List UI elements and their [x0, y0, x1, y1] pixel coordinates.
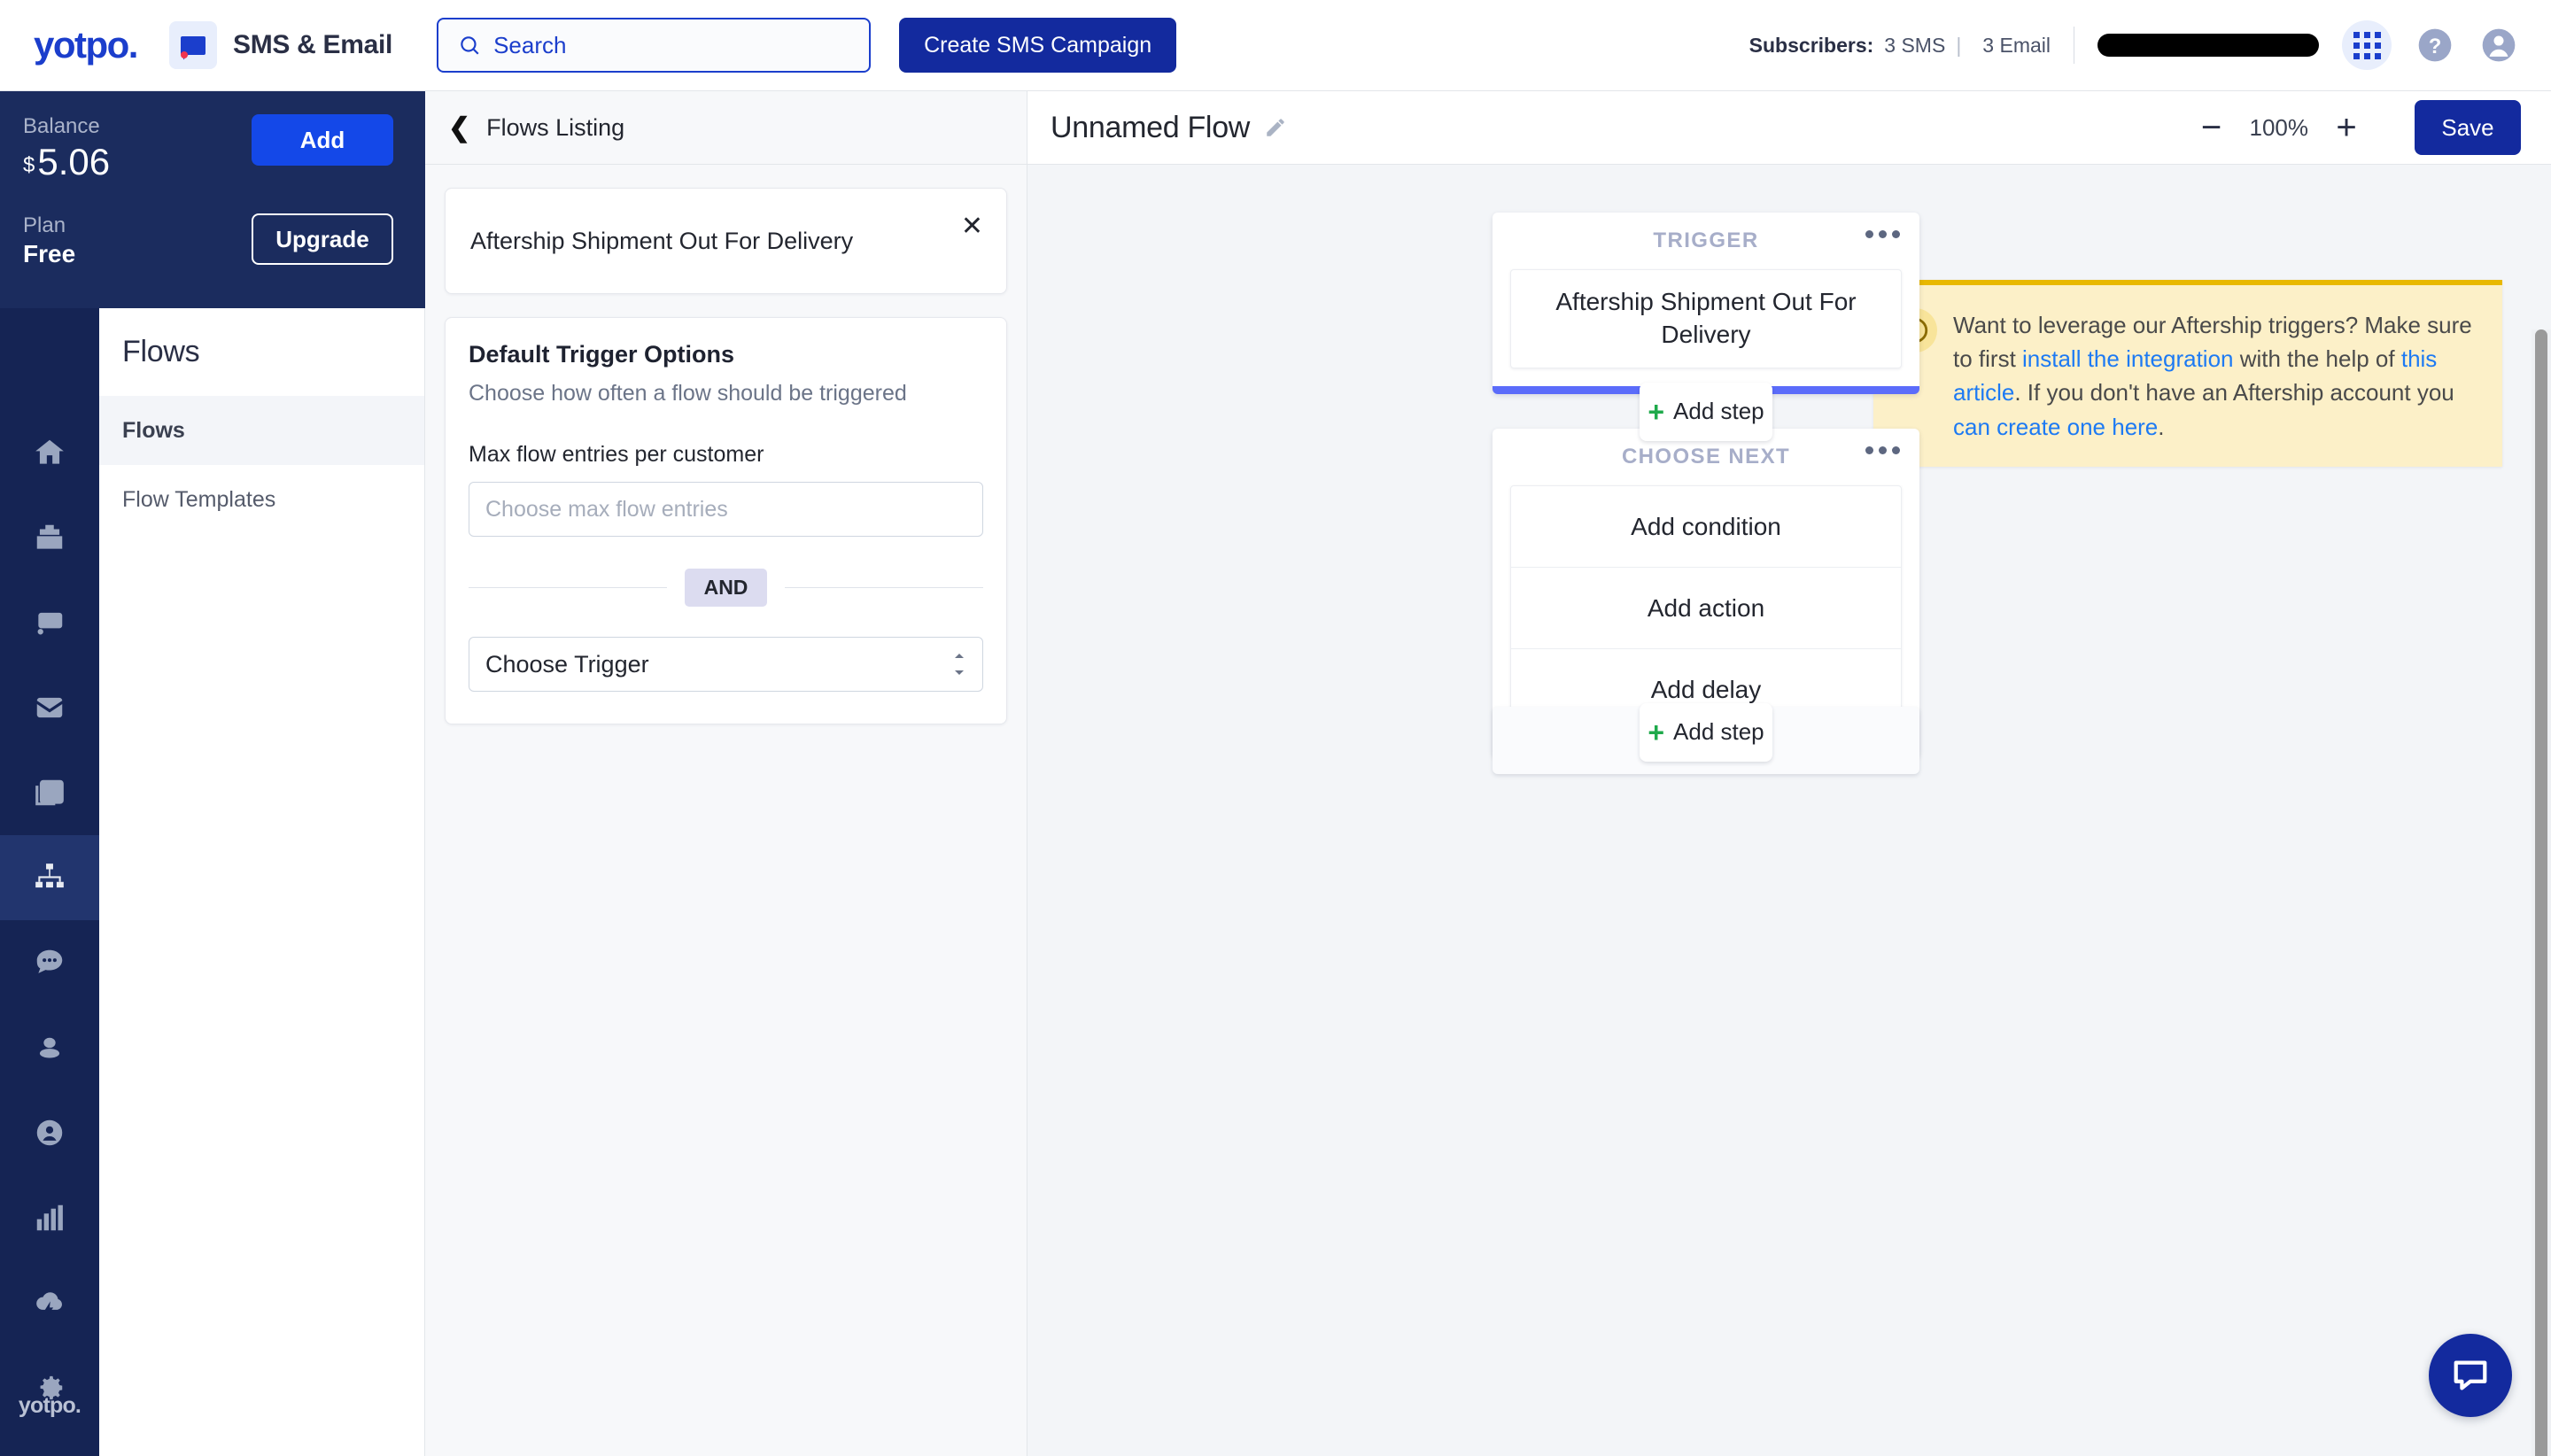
rail-footer-logo: yotpo. — [18, 1393, 81, 1418]
flow-node-column: TRIGGER Aftership Shipment Out For Deliv… — [1027, 165, 2551, 1456]
rail-item-profile[interactable] — [0, 1090, 99, 1175]
rail-item-analytics[interactable] — [0, 1175, 99, 1260]
max-flow-entries-placeholder: Choose max flow entries — [485, 496, 728, 522]
balance-value: 5.06 — [37, 141, 111, 182]
page-title: Unnamed Flow — [1051, 110, 1251, 144]
add-balance-button[interactable]: Add — [252, 114, 393, 166]
trigger-node-header: TRIGGER — [1493, 228, 1919, 269]
top-bar: yotpo. SMS & Email Search Create SMS Cam… — [0, 0, 2551, 91]
app-title: SMS & Email — [232, 30, 393, 59]
rail-item-audience[interactable] — [0, 1005, 99, 1090]
flows-nav-panel: Flows Flows Flow Templates — [99, 308, 425, 1456]
and-operator-row: AND — [469, 569, 983, 607]
upgrade-plan-button[interactable]: Upgrade — [252, 213, 393, 265]
add-step-button-2[interactable]: + Add step — [1640, 702, 1772, 762]
subscribers-sms-count: 3 SMS — [1884, 33, 1946, 57]
top-bar-right: Subscribers: 3 SMS | 3 Email ? — [1749, 20, 2519, 70]
subscribers-label: Subscribers: — [1748, 33, 1874, 57]
rail-item-gallery[interactable] — [0, 750, 99, 835]
choose-next-node-header: CHOOSE NEXT — [1493, 445, 1919, 485]
divider-left — [469, 587, 667, 588]
flow-canvas[interactable]: Want to leverage our Aftership triggers?… — [1027, 165, 2551, 1456]
zoom-out-button[interactable]: − — [2197, 110, 2227, 145]
rail-item-sms[interactable] — [0, 580, 99, 665]
choose-next-options: Add condition Add action Add delay — [1510, 485, 1902, 732]
yotpo-logo: yotpo. — [34, 24, 138, 66]
plus-icon: + — [1648, 716, 1665, 748]
zoom-controls: − 100% + Save — [2197, 100, 2521, 155]
selected-trigger-card: Aftership Shipment Out For Delivery ✕ — [445, 188, 1007, 294]
search-placeholder: Search — [493, 31, 567, 58]
default-trigger-options-card: Default Trigger Options Choose how often… — [445, 317, 1007, 724]
add-action-option[interactable]: Add action — [1511, 568, 1901, 649]
chat-bubble-icon — [168, 21, 217, 69]
rail-item-email[interactable] — [0, 665, 99, 750]
default-trigger-options-title: Default Trigger Options — [469, 341, 735, 368]
choose-next-node-title: CHOOSE NEXT — [1621, 445, 1791, 469]
trigger-options-pane: ❮ Flows Listing Aftership Shipment Out F… — [425, 91, 1027, 1456]
store-name-redacted — [2097, 34, 2319, 57]
rail-item-automations[interactable] — [0, 1260, 99, 1345]
sort-updown-icon — [952, 654, 966, 675]
svg-text:?: ? — [2429, 35, 2442, 58]
default-trigger-options-subtitle: Choose how often a flow should be trigge… — [469, 381, 907, 406]
trigger-node-body[interactable]: Aftership Shipment Out For Delivery — [1510, 269, 1902, 368]
plus-icon: + — [1648, 395, 1665, 428]
choose-trigger-select[interactable]: Choose Trigger — [469, 637, 983, 692]
and-operator-chip[interactable]: AND — [684, 569, 768, 607]
back-label: Flows Listing — [486, 113, 625, 141]
trigger-node[interactable]: TRIGGER Aftership Shipment Out For Deliv… — [1493, 213, 1919, 394]
back-to-flows-listing[interactable]: ❮ Flows Listing — [425, 91, 1027, 165]
account-panel: Balance $5.06 Add Plan Free Upgrade — [0, 91, 425, 308]
search-icon — [458, 34, 481, 57]
plan-label: Plan — [23, 213, 66, 237]
rail-icon-list — [0, 410, 99, 1430]
add-step-label-2: Add step — [1673, 718, 1764, 745]
close-x-icon[interactable]: ✕ — [961, 213, 983, 240]
question-mark-icon[interactable]: ? — [2415, 25, 2455, 66]
create-sms-campaign-button[interactable]: Create SMS Campaign — [899, 18, 1177, 73]
chat-support-button[interactable] — [2429, 1334, 2512, 1417]
currency-symbol: $ — [23, 153, 35, 177]
pencil-icon[interactable] — [1264, 116, 1287, 139]
sidebar-item-flows[interactable]: Flows — [99, 396, 424, 465]
subscribers-email-count: 3 Email — [1982, 33, 2051, 57]
max-flow-entries-label: Max flow entries per customer — [469, 442, 764, 467]
selected-trigger-name: Aftership Shipment Out For Delivery — [470, 227, 854, 254]
rail-item-home[interactable] — [0, 410, 99, 495]
more-options-icon[interactable] — [1865, 230, 1900, 238]
canvas-header: Unnamed Flow − 100% + Save — [1027, 91, 2551, 165]
trigger-node-title: TRIGGER — [1653, 228, 1759, 252]
rail-item-conversations[interactable] — [0, 920, 99, 1005]
flow-canvas-area: Unnamed Flow − 100% + Save Want to lever… — [1027, 91, 2551, 1456]
save-button[interactable]: Save — [2415, 100, 2521, 155]
sidebar-item-flow-templates[interactable]: Flow Templates — [99, 465, 424, 534]
zoom-level: 100% — [2249, 113, 2309, 141]
balance-label: Balance — [23, 114, 100, 138]
balance-row: Balance $5.06 Add — [23, 114, 393, 183]
balance-amount: $5.06 — [23, 141, 252, 183]
rail-item-toolbox[interactable] — [0, 495, 99, 580]
choose-trigger-value: Choose Trigger — [485, 650, 649, 678]
zoom-in-button[interactable]: + — [2331, 110, 2361, 145]
divider-right — [785, 587, 983, 588]
add-step-label-1: Add step — [1673, 398, 1764, 424]
plan-name: Free — [23, 240, 76, 267]
max-flow-entries-input[interactable]: Choose max flow entries — [469, 482, 983, 537]
rail-item-flows[interactable] — [0, 835, 99, 920]
plan-row: Plan Free Upgrade — [23, 213, 393, 268]
add-step-button-1[interactable]: + Add step — [1640, 382, 1772, 441]
flows-nav-heading: Flows — [122, 335, 200, 368]
subscribers-separator: | — [1956, 33, 1962, 57]
user-account-icon[interactable] — [2478, 25, 2519, 66]
add-condition-option[interactable]: Add condition — [1511, 486, 1901, 568]
search-input[interactable]: Search — [437, 18, 872, 73]
grid-apps-icon[interactable] — [2342, 20, 2392, 70]
more-options-icon[interactable] — [1865, 446, 1900, 454]
chevron-left-icon: ❮ — [448, 112, 471, 143]
canvas-scrollbar[interactable] — [2535, 329, 2547, 1456]
